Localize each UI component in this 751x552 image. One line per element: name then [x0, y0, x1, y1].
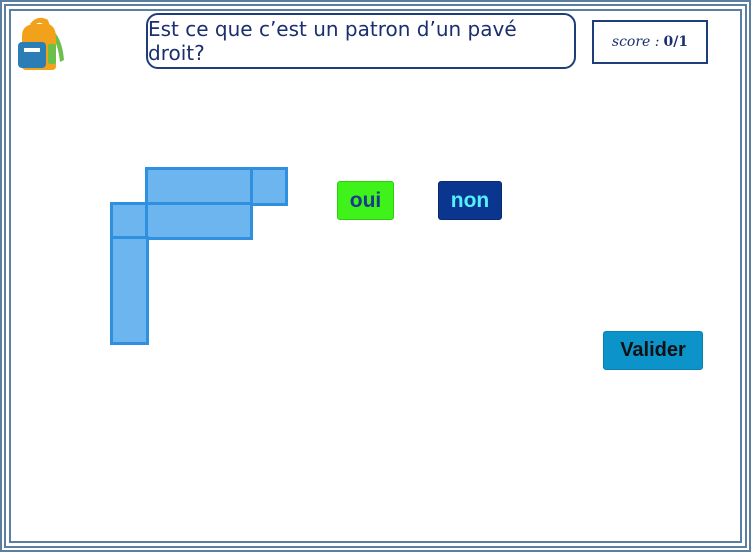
- non-button[interactable]: non: [438, 181, 502, 220]
- question-text: Est ce que c’est un patron d’un pavé dro…: [148, 17, 517, 65]
- valider-button[interactable]: Valider: [603, 331, 703, 370]
- question-box: Est ce que c’est un patron d’un pavé dro…: [146, 13, 576, 69]
- score-box: score : 0/1: [592, 20, 708, 64]
- net-face-top-left: [145, 167, 253, 206]
- oui-button[interactable]: oui: [337, 181, 394, 220]
- backpack-icon: [18, 17, 64, 70]
- net-face-top-right: [250, 167, 288, 206]
- net-face-bottom: [110, 236, 149, 345]
- score-value: 0/1: [663, 34, 689, 50]
- net-face-middle-left: [110, 202, 149, 240]
- score-label: score :: [611, 34, 660, 50]
- net-face-middle-right: [145, 202, 253, 240]
